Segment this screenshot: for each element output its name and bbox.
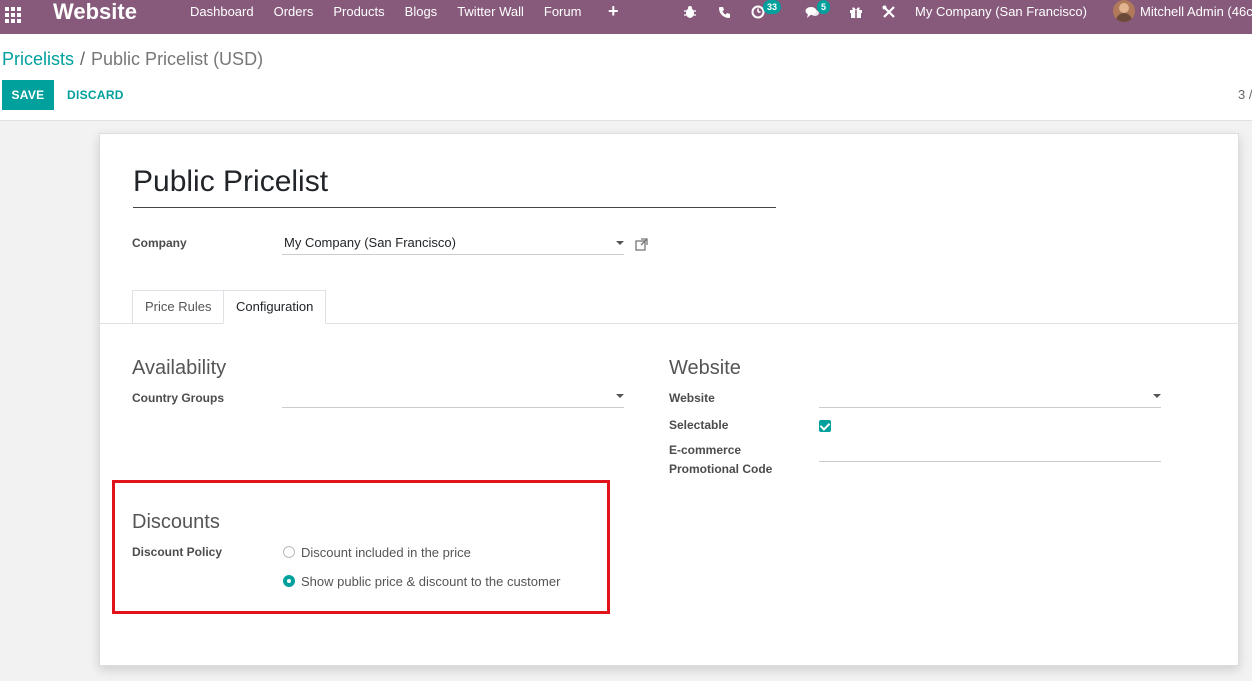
tab-price-rules[interactable]: Price Rules [132,290,225,323]
menu-item-orders[interactable]: Orders [264,0,324,24]
menu-item-blogs[interactable]: Blogs [395,0,448,24]
tools-icon[interactable] [881,4,897,20]
company-select-value: My Company (San Francisco) [284,235,456,250]
website-section-title: Website [669,357,741,379]
menu-item-dashboard[interactable]: Dashboard [180,0,264,24]
main-menu: Dashboard Orders Products Blogs Twitter … [180,0,591,24]
country-groups-label: Country Groups [132,391,224,405]
pricelist-name-input[interactable]: Public Pricelist [133,164,776,208]
website-label: Website [669,391,715,405]
messages-count-badge: 5 [817,0,831,14]
new-content-icon[interactable]: + [608,1,619,21]
company-switcher[interactable]: My Company (San Francisco) [915,0,1087,24]
control-panel: Pricelists / Public Pricelist (USD) SAVE D… [0,34,1252,121]
debug-bug-icon[interactable] [682,4,698,20]
promo-code-label-line2: Promotional Code [669,462,773,476]
save-button[interactable]: SAVE [2,80,54,110]
activity-count-badge: 33 [763,0,782,14]
breadcrumb-pricelists-link[interactable]: Pricelists [2,49,74,69]
company-label: Company [132,236,187,250]
country-groups-dropdown-caret-icon[interactable] [616,394,624,398]
availability-section-title: Availability [132,357,227,379]
company-dropdown-caret-icon[interactable] [616,241,624,245]
apps-menu-icon[interactable] [2,4,22,24]
selectable-label: Selectable [669,418,729,432]
discard-button[interactable]: DISCARD [67,80,124,110]
breadcrumb: Pricelists / Public Pricelist (USD) [2,49,263,69]
breadcrumb-separator: / [80,49,86,69]
app-brand[interactable]: Website [53,0,137,24]
notebook-tabs: Price Rules Configuration [100,290,1240,324]
gift-icon[interactable] [848,4,864,20]
website-dropdown-caret-icon[interactable] [1153,394,1161,398]
menu-item-products[interactable]: Products [323,0,394,24]
selectable-checkbox[interactable] [819,420,831,432]
tab-configuration[interactable]: Configuration [223,290,327,324]
record-pager[interactable]: 3 / [1238,87,1252,102]
promo-code-label-line1: E-commerce [669,443,742,457]
menu-item-twitter-wall[interactable]: Twitter Wall [447,0,534,24]
promo-code-input[interactable] [819,440,1161,462]
company-select[interactable]: My Company (San Francisco) [282,233,624,255]
external-link-icon[interactable] [635,238,649,252]
country-groups-select[interactable] [282,386,624,408]
discounts-highlight-box [112,480,610,614]
phone-icon[interactable] [716,4,732,20]
website-select[interactable] [819,386,1161,408]
top-navbar: Website Dashboard Orders Products Blogs … [0,0,1252,34]
user-menu[interactable]: Mitchell Admin (46c [1140,0,1252,24]
user-avatar[interactable] [1113,0,1135,22]
breadcrumb-current: Public Pricelist (USD) [91,49,264,69]
menu-item-forum[interactable]: Forum [534,0,592,24]
